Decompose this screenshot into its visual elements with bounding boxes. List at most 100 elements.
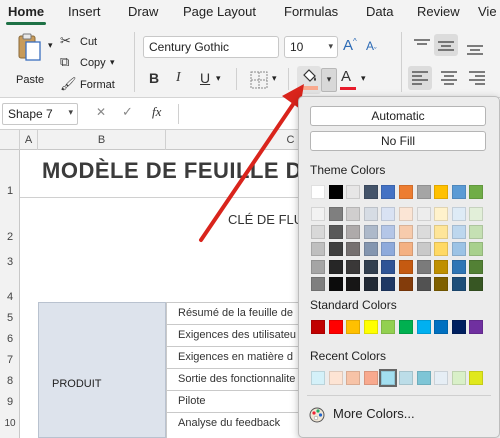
theme-shade-swatch[interactable]: [328, 259, 343, 274]
theme-shade-swatch[interactable]: [434, 277, 449, 291]
row-header-2[interactable]: 2: [0, 231, 20, 243]
theme-shade-swatch[interactable]: [469, 259, 484, 274]
theme-shade-swatch[interactable]: [346, 207, 361, 221]
theme-shade-swatch[interactable]: [363, 242, 378, 256]
standard-color-swatch[interactable]: [381, 320, 396, 334]
paste-chevron-down-icon[interactable]: ▾: [48, 40, 53, 51]
format-painter-button[interactable]: Format: [80, 79, 115, 91]
theme-shade-swatch[interactable]: [346, 259, 361, 274]
theme-color-swatch[interactable]: [346, 185, 361, 199]
theme-color-swatch[interactable]: [381, 185, 396, 199]
recent-color-swatch[interactable]: [416, 371, 431, 385]
theme-shade-swatch[interactable]: [399, 259, 413, 274]
underline-button[interactable]: U: [200, 70, 210, 86]
fill-color-button[interactable]: [297, 66, 321, 94]
theme-color-swatch[interactable]: [399, 185, 413, 199]
font-size-chevron-down-icon[interactable]: ▾: [328, 41, 333, 52]
borders-icon[interactable]: [250, 71, 268, 89]
recent-color-swatch[interactable]: [434, 371, 449, 385]
font-color-chevron-down-icon[interactable]: ▾: [361, 73, 366, 84]
theme-shade-swatch[interactable]: [363, 224, 378, 239]
recent-color-swatch[interactable]: [311, 371, 325, 385]
theme-color-swatch[interactable]: [363, 185, 378, 199]
standard-color-swatch[interactable]: [311, 320, 325, 334]
theme-shade-swatch[interactable]: [399, 242, 413, 256]
theme-shade-swatch[interactable]: [363, 207, 378, 221]
theme-shade-swatch[interactable]: [363, 277, 378, 291]
theme-shade-swatch[interactable]: [381, 277, 396, 291]
font-size-box[interactable]: 10 ▾: [284, 36, 338, 58]
automatic-button[interactable]: Automatic: [310, 106, 486, 126]
tab-page-layout[interactable]: Page Layout: [183, 4, 256, 19]
theme-shade-swatch[interactable]: [328, 207, 343, 221]
copy-button[interactable]: Copy: [80, 57, 106, 69]
theme-shade-swatch[interactable]: [399, 207, 413, 221]
theme-shade-swatch[interactable]: [469, 277, 484, 291]
more-colors-button[interactable]: More Colors...: [309, 401, 489, 429]
underline-chevron-down-icon[interactable]: ▾: [216, 73, 221, 84]
theme-shade-swatch[interactable]: [451, 242, 466, 256]
table-row[interactable]: Analyse du feedback: [166, 413, 300, 438]
table-row[interactable]: Exigences en matière d: [166, 347, 300, 369]
recent-color-swatch[interactable]: [346, 371, 361, 385]
no-fill-button[interactable]: No Fill: [310, 131, 486, 151]
column-header-a[interactable]: A: [20, 130, 38, 150]
recent-color-swatch[interactable]: [399, 371, 413, 385]
standard-color-swatch[interactable]: [469, 320, 484, 334]
theme-shade-swatch[interactable]: [328, 277, 343, 291]
standard-color-swatch[interactable]: [346, 320, 361, 334]
grow-font-button[interactable]: A^: [343, 37, 357, 54]
standard-color-swatch[interactable]: [416, 320, 431, 334]
font-color-button[interactable]: A: [341, 68, 351, 85]
format-painter-icon[interactable]: 🖌: [60, 76, 77, 92]
align-left-button[interactable]: [408, 66, 432, 90]
standard-color-swatch[interactable]: [363, 320, 378, 334]
row-header-1[interactable]: 1: [0, 185, 20, 197]
tab-view[interactable]: Vie: [478, 4, 497, 19]
theme-color-swatch[interactable]: [434, 185, 449, 199]
theme-shade-swatch[interactable]: [381, 224, 396, 239]
row-header-8[interactable]: 8: [0, 375, 20, 387]
confirm-formula-icon[interactable]: ✓: [122, 104, 133, 120]
copy-chevron-down-icon[interactable]: ▾: [110, 57, 115, 68]
theme-shade-swatch[interactable]: [346, 242, 361, 256]
standard-color-swatch[interactable]: [451, 320, 466, 334]
row-header-3[interactable]: 3: [0, 256, 20, 268]
theme-shade-swatch[interactable]: [311, 224, 325, 239]
align-bottom-icon[interactable]: [466, 38, 484, 56]
name-box[interactable]: Shape 7 ▾: [2, 103, 78, 125]
theme-shade-swatch[interactable]: [416, 224, 431, 239]
theme-shade-swatch[interactable]: [451, 277, 466, 291]
standard-color-swatch[interactable]: [434, 320, 449, 334]
theme-shade-swatch[interactable]: [451, 259, 466, 274]
recent-color-swatch[interactable]: [469, 371, 484, 385]
tab-data[interactable]: Data: [366, 4, 393, 19]
theme-shade-swatch[interactable]: [328, 224, 343, 239]
theme-shade-swatch[interactable]: [469, 224, 484, 239]
fill-color-chevron-down-icon[interactable]: ▾: [321, 68, 337, 92]
theme-shade-swatch[interactable]: [311, 242, 325, 256]
row-header-5[interactable]: 5: [0, 312, 20, 324]
column-header-b[interactable]: B: [38, 130, 166, 150]
recent-color-swatch[interactable]: [363, 371, 378, 385]
formula-input[interactable]: [180, 102, 296, 126]
recent-color-swatch[interactable]: [328, 371, 343, 385]
theme-shade-swatch[interactable]: [311, 207, 325, 221]
cut-button[interactable]: Cut: [80, 36, 97, 48]
name-box-chevron-down-icon[interactable]: ▾: [68, 107, 73, 118]
theme-shade-swatch[interactable]: [434, 259, 449, 274]
table-row[interactable]: Sortie des fonctionnalite: [166, 369, 300, 391]
cancel-formula-icon[interactable]: ✕: [96, 105, 106, 119]
paste-button[interactable]: ▾ Paste: [8, 32, 53, 88]
produit-cell[interactable]: [38, 302, 166, 438]
tab-insert[interactable]: Insert: [68, 4, 101, 19]
theme-color-swatch[interactable]: [469, 185, 484, 199]
theme-shade-swatch[interactable]: [469, 207, 484, 221]
theme-shade-swatch[interactable]: [451, 207, 466, 221]
theme-shade-swatch[interactable]: [399, 224, 413, 239]
theme-shade-swatch[interactable]: [381, 207, 396, 221]
insert-function-button[interactable]: fx: [152, 104, 161, 120]
theme-shade-swatch[interactable]: [311, 259, 325, 274]
theme-color-swatch[interactable]: [451, 185, 466, 199]
theme-shade-swatch[interactable]: [469, 242, 484, 256]
